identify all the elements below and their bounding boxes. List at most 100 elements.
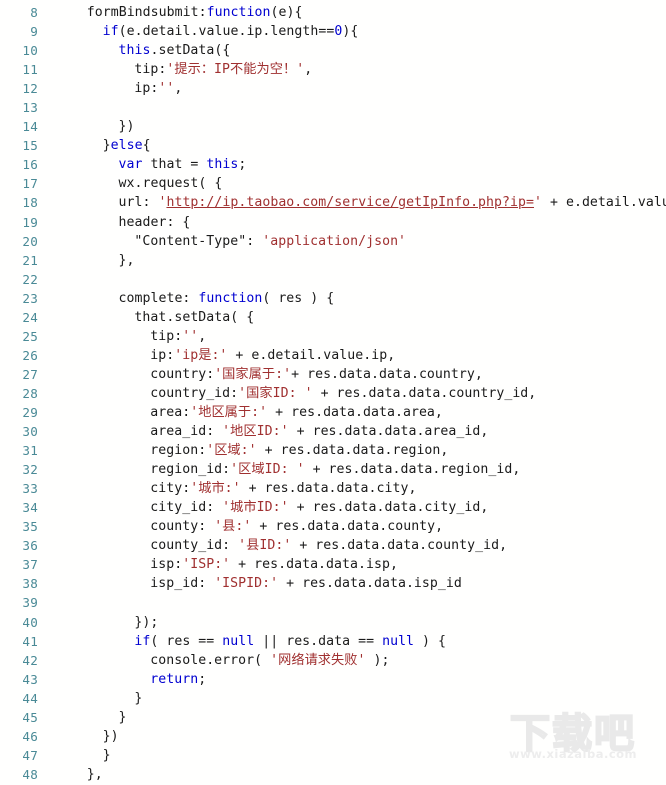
- code-line[interactable]: 31 region:'区域:' + res.data.data.region,: [0, 441, 666, 460]
- code-text: }): [102, 117, 135, 136]
- code-text: var that = this;: [102, 155, 247, 174]
- code-text: isp:'ISP:' + res.data.data.isp,: [133, 555, 398, 574]
- code-line[interactable]: 48},: [0, 765, 666, 784]
- code-line[interactable]: 13: [0, 98, 666, 117]
- code-line[interactable]: 27 country:'国家属于:'+ res.data.data.country…: [0, 365, 666, 384]
- code-line[interactable]: 22: [0, 270, 666, 289]
- line-number: 36: [22, 538, 38, 554]
- code-line[interactable]: 10 this.setData({: [0, 41, 666, 60]
- code-text: console.error( '网络请求失败' );: [133, 651, 389, 670]
- code-text: region:'区域:' + res.data.data.region,: [133, 441, 448, 460]
- code-line[interactable]: 28 country_id:'国家ID: ' + res.data.data.co…: [0, 384, 666, 403]
- code-line[interactable]: 18 url: 'http://ip.taobao.com/service/get…: [0, 193, 666, 212]
- code-line[interactable]: 11 tip:'提示：IP不能为空！',: [0, 60, 666, 79]
- code-line[interactable]: 9 if(e.detail.value.ip.length==0){: [0, 22, 666, 41]
- code-line[interactable]: 34 city_id: '城市ID:' + res.data.data.city_…: [0, 498, 666, 517]
- code-token-plain: },: [86, 766, 103, 782]
- code-line[interactable]: 38 isp_id: 'ISPID:' + res.data.data.isp_i…: [0, 574, 666, 593]
- code-line[interactable]: 47}: [0, 746, 666, 765]
- code-line[interactable]: 21},: [0, 251, 666, 270]
- code-token-str: '提示：IP不能为空！': [166, 62, 305, 78]
- code-token-plain: + res.data.data.area,: [267, 404, 443, 420]
- code-token-plain: :: [246, 233, 263, 249]
- line-number: 34: [22, 500, 38, 516]
- code-line[interactable]: 42 console.error( '网络请求失败' );: [0, 651, 666, 670]
- code-token-plain: (e){: [270, 5, 303, 20]
- code-token-plain: area_id:: [150, 424, 223, 440]
- code-token-plain: }): [102, 728, 119, 744]
- code-line[interactable]: 36 county_id: '县ID:' + res.data.data.coun…: [0, 536, 666, 555]
- code-token-plain: + res.data.data.isp_id: [278, 576, 462, 592]
- code-token-plain: ){: [342, 24, 359, 40]
- line-number: 24: [22, 309, 38, 325]
- code-token-plain: {: [142, 138, 151, 154]
- code-token-str: '网络请求失败': [270, 652, 366, 668]
- code-line[interactable]: 43 return;: [0, 670, 666, 689]
- code-token-plain: + res.data.data.county_id,: [291, 538, 508, 554]
- line-number: 15: [22, 138, 38, 154]
- code-line[interactable]: 23 complete: function( res ) {: [0, 289, 666, 308]
- code-line[interactable]: 17 wx.request( {: [0, 174, 666, 193]
- code-token-plain: ( res ) {: [262, 290, 335, 306]
- line-number: 16: [22, 157, 38, 173]
- code-token-plain: + res.data.data.city,: [240, 481, 417, 497]
- code-line[interactable]: 15}else{: [0, 136, 666, 155]
- code-line[interactable]: 26 ip:'ip是:' + e.detail.value.ip,: [0, 346, 666, 365]
- code-token-kw: this: [118, 43, 151, 59]
- code-token-plain: + res.data.data.region_id,: [304, 462, 521, 478]
- code-line[interactable]: 14}): [0, 117, 666, 136]
- code-line[interactable]: 37 isp:'ISP:' + res.data.data.isp,: [0, 555, 666, 574]
- code-line[interactable]: 46}): [0, 727, 666, 746]
- code-token-str: '区域ID: ': [230, 462, 305, 478]
- code-text: country_id:'国家ID: ' + res.data.data.coun…: [133, 384, 536, 403]
- line-number: 28: [22, 385, 38, 401]
- code-line[interactable]: 29 area:'地区属于:' + res.data.data.area,: [0, 403, 666, 422]
- code-token-plain: "Content-Type": [134, 233, 247, 249]
- code-line[interactable]: 32 region_id:'区域ID: ' + res.data.data.reg…: [0, 460, 666, 479]
- code-line[interactable]: 39: [0, 593, 666, 612]
- code-text: formBindsubmit:function(e){: [70, 3, 303, 22]
- line-number: 11: [22, 62, 38, 78]
- code-token-plain: that.setData( {: [134, 309, 255, 325]
- code-line[interactable]: 16 var that = this;: [0, 155, 666, 174]
- code-line[interactable]: 19 header: {: [0, 213, 666, 232]
- code-line[interactable]: 8 formBindsubmit:function(e){: [0, 3, 666, 22]
- code-line[interactable]: 30 area_id: '地区ID:' + res.data.data.area_…: [0, 422, 666, 441]
- code-token-plain: console.error(: [150, 652, 271, 668]
- code-line[interactable]: 40});: [0, 613, 666, 632]
- code-viewer[interactable]: 8 formBindsubmit:function(e){9 if(e.detail…: [0, 0, 666, 785]
- code-token-kw: null: [222, 633, 255, 649]
- line-number: 35: [22, 519, 38, 535]
- line-number: 17: [22, 176, 38, 192]
- code-line[interactable]: 41 if( res == null || res.data == null ) …: [0, 632, 666, 651]
- code-token-plain: url:: [118, 195, 159, 211]
- code-line[interactable]: 20 "Content-Type": 'application/json': [0, 232, 666, 251]
- code-line[interactable]: 45}: [0, 708, 666, 727]
- code-line[interactable]: 44}: [0, 689, 666, 708]
- code-token-plain: ,: [198, 328, 207, 344]
- line-number: 20: [22, 233, 38, 249]
- code-token-plain: }: [102, 138, 111, 154]
- code-line[interactable]: 33 city:'城市:' + res.data.data.city,: [0, 479, 666, 498]
- code-line[interactable]: 24 that.setData( {: [0, 308, 666, 327]
- code-token-str: '': [182, 328, 199, 344]
- code-token-plain: tip:: [150, 328, 183, 344]
- line-number: 22: [22, 271, 38, 287]
- code-token-plain: + res.data.data.isp,: [230, 557, 398, 573]
- code-line[interactable]: 35 county: '县:' + res.data.data.county,: [0, 517, 666, 536]
- code-line[interactable]: 12 ip:'',: [0, 79, 666, 98]
- line-number: 46: [22, 728, 38, 744]
- line-number: 40: [22, 614, 38, 630]
- code-token-plain: );: [365, 652, 390, 668]
- line-number: 48: [22, 766, 38, 782]
- code-token-url: http://ip.taobao.com/service/getIpInfo.p…: [166, 195, 534, 211]
- code-token-plain: + res.data.data.country,: [291, 366, 483, 382]
- code-line[interactable]: 25 tip:'',: [0, 327, 666, 346]
- code-text: complete: function( res ) {: [102, 289, 335, 308]
- code-text: "Content-Type": 'application/json': [117, 232, 406, 251]
- code-text: tip:'',: [133, 327, 206, 346]
- code-text: that.setData( {: [117, 308, 254, 327]
- line-number: 12: [22, 81, 38, 97]
- line-number: 29: [22, 404, 38, 420]
- line-number: 26: [22, 347, 38, 363]
